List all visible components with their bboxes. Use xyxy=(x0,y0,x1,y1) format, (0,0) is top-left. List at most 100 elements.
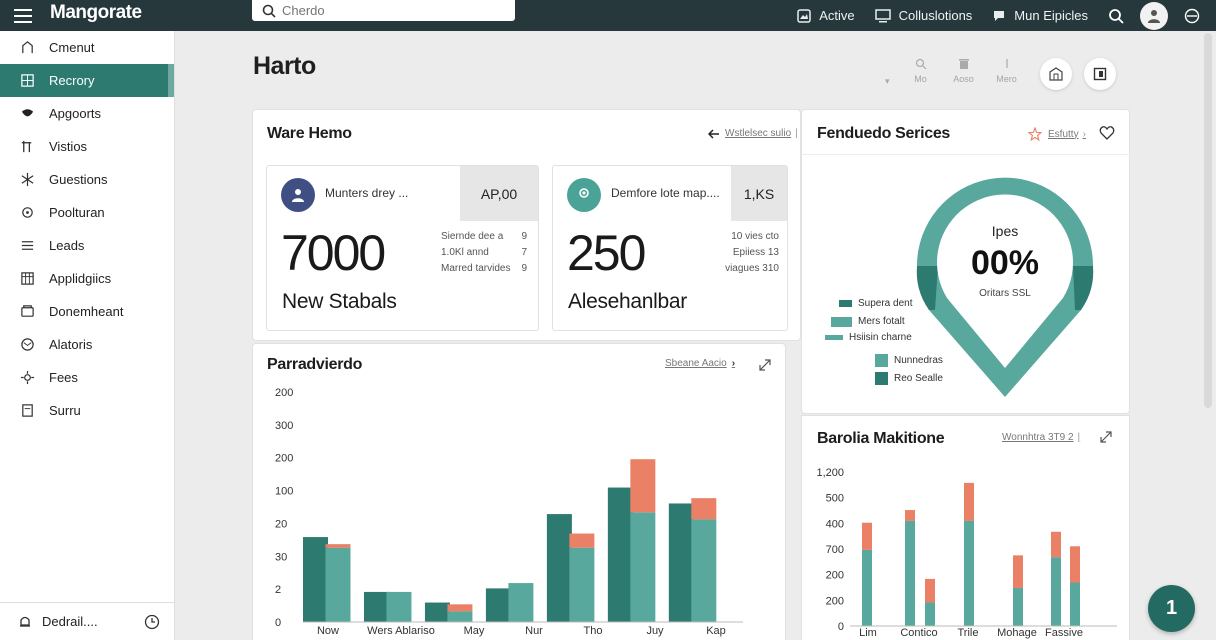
y-tick-label: 200 xyxy=(275,453,293,465)
user-icon xyxy=(292,189,304,202)
stat-meta: Siernde dee a9 1.0Kl annd 7 Marred tarvid… xyxy=(441,229,527,277)
sidebar-item-applidgiics[interactable]: Applidgiics xyxy=(0,262,174,295)
panel-icon xyxy=(1093,67,1107,81)
sidebar-item-vistios[interactable]: Vistios xyxy=(0,130,174,163)
search-icon xyxy=(262,4,276,18)
sidebar-item-surru[interactable]: Surru xyxy=(0,394,174,427)
user-avatar[interactable] xyxy=(1140,1,1168,30)
stat-value: 250 xyxy=(567,225,646,281)
meta-row: 1.0Kl annd 7 xyxy=(441,247,527,258)
legend-item: Hsiisin charne xyxy=(825,332,912,343)
y-tick-label: 2 xyxy=(275,584,281,596)
top-link-active[interactable]: Active xyxy=(797,8,855,23)
sidebar-footer-label: Dedrail.... xyxy=(42,614,98,629)
globe-icon xyxy=(21,338,34,351)
legend-swatch xyxy=(875,372,888,385)
doc-icon xyxy=(22,404,33,417)
arrow-left-icon xyxy=(708,128,719,139)
stat-subtitle: New Stabals xyxy=(282,290,397,313)
flag-icon xyxy=(21,140,32,153)
tool-aoso[interactable]: Aoso xyxy=(942,58,985,84)
tool-mo[interactable]: Mo xyxy=(899,58,942,84)
search-box[interactable] xyxy=(252,0,515,21)
fenduedo-link[interactable]: Esfutty › xyxy=(1028,127,1086,141)
stat-label: Demfore lote map.... xyxy=(611,186,720,200)
image-icon xyxy=(797,8,811,23)
y-tick-label: 300 xyxy=(275,420,293,432)
bar-segment xyxy=(691,519,717,622)
top-link-episodes[interactable]: Mun Eipicles xyxy=(992,8,1088,23)
page-title: Harto xyxy=(253,52,316,80)
sidebar-item-apgoorts[interactable]: Apgoorts xyxy=(0,97,174,130)
list-icon xyxy=(21,241,34,250)
stat-avatar xyxy=(281,178,315,212)
sidebar-item-alatoris[interactable]: Alatoris xyxy=(0,328,174,361)
bar-segment xyxy=(386,591,412,622)
search-input[interactable] xyxy=(282,3,502,18)
bar-segment xyxy=(325,547,351,622)
donut-segment-dark xyxy=(1073,266,1094,310)
caret-icon[interactable]: ▾ xyxy=(885,76,899,87)
legend-swatch xyxy=(839,300,852,307)
help-fab-button[interactable]: 1 xyxy=(1148,585,1195,632)
bar-segment xyxy=(607,487,633,622)
donut-segment-dark xyxy=(916,266,938,310)
bar-segment xyxy=(1070,546,1080,583)
sidebar-item-poolturan[interactable]: Poolturan xyxy=(0,196,174,229)
bar-segment xyxy=(905,520,915,626)
bar-segment xyxy=(1013,587,1023,626)
table-icon xyxy=(21,272,34,285)
panel-button[interactable] xyxy=(1084,58,1116,90)
hamburger-menu-icon[interactable] xyxy=(12,7,36,25)
bar-segment xyxy=(691,498,717,520)
bar-segment xyxy=(508,583,534,622)
bar-segment xyxy=(1070,582,1080,626)
sidebar-item-cmenut[interactable]: Cmenut xyxy=(0,31,174,64)
bar-segment xyxy=(862,522,872,550)
legend-swatch xyxy=(875,354,888,367)
sidebar-item-fees[interactable]: Fees xyxy=(0,361,174,394)
legend-item: Mers fotalt xyxy=(831,316,905,327)
y-tick-label: 0 xyxy=(275,617,281,629)
sidebar-item-guestions[interactable]: Guestions xyxy=(0,163,174,196)
y-tick-label: 0 xyxy=(838,621,844,633)
search-icon xyxy=(1109,8,1124,24)
bar-segment xyxy=(546,514,572,622)
meta-row: 10 vies cto xyxy=(731,231,779,242)
sidebar-item-leads[interactable]: Leads xyxy=(0,229,174,262)
x-tick-label: Mohage xyxy=(997,627,1037,639)
x-tick-label: Now xyxy=(317,625,339,637)
user-icon xyxy=(579,188,589,198)
building-icon xyxy=(1049,67,1063,81)
ware-hemo-link[interactable]: Wstlelsec sulio | xyxy=(708,128,798,139)
x-tick-label: Kap xyxy=(706,625,726,637)
clock-icon[interactable] xyxy=(144,614,160,630)
tool-mero[interactable]: Mero xyxy=(985,58,1028,84)
x-tick-label: May xyxy=(464,625,485,637)
bar-segment xyxy=(1013,555,1023,588)
brand-logo[interactable]: Mangorate xyxy=(50,2,142,24)
bell-icon xyxy=(20,616,30,627)
bar-segment xyxy=(363,591,389,622)
settings-button[interactable] xyxy=(1184,8,1200,24)
page-scrollbar[interactable] xyxy=(1204,33,1212,408)
stat-card-alesehanlbar[interactable]: Demfore lote map.... 1,KS 250 Alesehanlb… xyxy=(552,165,788,331)
top-link-collaborations[interactable]: Colluslotions xyxy=(874,8,972,23)
gear-icon xyxy=(22,207,33,218)
top-search-button[interactable] xyxy=(1108,8,1124,24)
y-tick-label: 100 xyxy=(275,486,293,498)
sidebar-footer[interactable]: Dedrail.... xyxy=(0,602,174,640)
bar-segment xyxy=(630,459,656,513)
sidebar-item-donemheant[interactable]: Donemheant xyxy=(0,295,174,328)
y-tick-label: 500 xyxy=(826,493,844,505)
sparkle-icon xyxy=(21,172,34,187)
parradvierdo-bar-chart: 200300200100203020Now Wers Ablariso May Nur… xyxy=(275,387,743,637)
building-button[interactable] xyxy=(1040,58,1072,90)
legend-item: Reo Sealle xyxy=(875,372,943,385)
x-tick-label: Trile xyxy=(958,627,979,639)
stat-card-new-stabals[interactable]: Munters drey ... AP,00 7000 New Stabals … xyxy=(266,165,539,331)
heart-icon[interactable] xyxy=(1099,125,1115,140)
stat-meta: 10 vies cto Epiiess 13 viagues 310 xyxy=(721,229,779,277)
sidebar-item-recrory[interactable]: Recrory xyxy=(0,64,174,97)
x-tick-label: Wers Ablariso xyxy=(367,625,435,637)
